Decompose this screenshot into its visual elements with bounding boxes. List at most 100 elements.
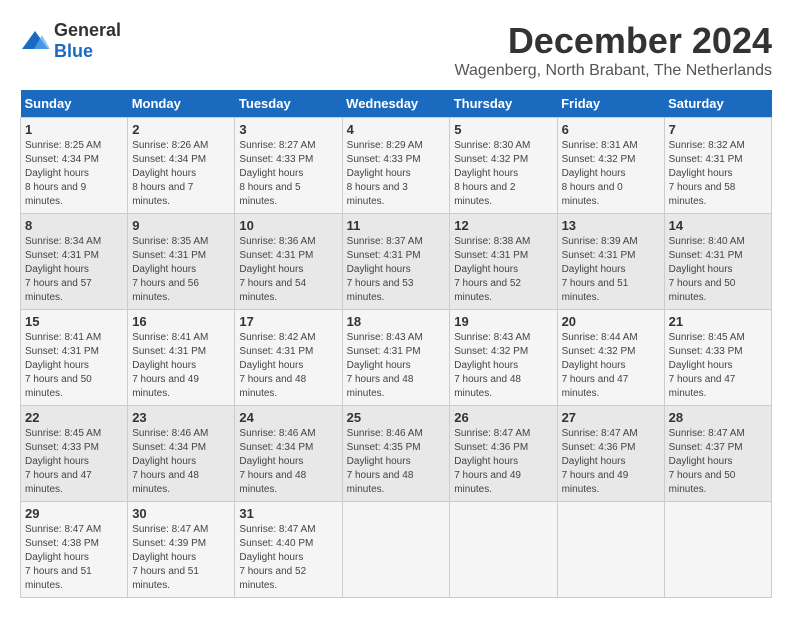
- day-number: 3: [239, 122, 337, 137]
- day-detail: Sunrise: 8:47 AMSunset: 4:36 PMDaylight …: [454, 428, 530, 495]
- day-number: 13: [562, 218, 660, 233]
- day-number: 28: [669, 410, 767, 425]
- header-saturday: Saturday: [664, 90, 771, 118]
- day-cell: 24 Sunrise: 8:46 AMSunset: 4:34 PMDaylig…: [235, 406, 342, 502]
- day-cell: 15 Sunrise: 8:41 AMSunset: 4:31 PMDaylig…: [21, 310, 128, 406]
- day-detail: Sunrise: 8:47 AMSunset: 4:37 PMDaylight …: [669, 428, 745, 495]
- header-thursday: Thursday: [450, 90, 557, 118]
- day-cell: [664, 502, 771, 598]
- day-detail: Sunrise: 8:41 AMSunset: 4:31 PMDaylight …: [25, 332, 101, 399]
- day-detail: Sunrise: 8:45 AMSunset: 4:33 PMDaylight …: [25, 428, 101, 495]
- day-number: 30: [132, 506, 230, 521]
- day-number: 10: [239, 218, 337, 233]
- day-cell: 1 Sunrise: 8:25 AMSunset: 4:34 PMDayligh…: [21, 118, 128, 214]
- day-cell: 27 Sunrise: 8:47 AMSunset: 4:36 PMDaylig…: [557, 406, 664, 502]
- day-detail: Sunrise: 8:31 AMSunset: 4:32 PMDaylight …: [562, 140, 638, 207]
- day-detail: Sunrise: 8:25 AMSunset: 4:34 PMDaylight …: [25, 140, 101, 207]
- day-number: 12: [454, 218, 552, 233]
- day-cell: [342, 502, 450, 598]
- logo-general: General: [54, 20, 121, 40]
- day-detail: Sunrise: 8:46 AMSunset: 4:35 PMDaylight …: [347, 428, 423, 495]
- day-number: 31: [239, 506, 337, 521]
- day-number: 23: [132, 410, 230, 425]
- day-cell: 13 Sunrise: 8:39 AMSunset: 4:31 PMDaylig…: [557, 214, 664, 310]
- day-number: 1: [25, 122, 123, 137]
- day-detail: Sunrise: 8:37 AMSunset: 4:31 PMDaylight …: [347, 236, 423, 303]
- day-number: 26: [454, 410, 552, 425]
- day-number: 2: [132, 122, 230, 137]
- day-detail: Sunrise: 8:36 AMSunset: 4:31 PMDaylight …: [239, 236, 315, 303]
- day-cell: 25 Sunrise: 8:46 AMSunset: 4:35 PMDaylig…: [342, 406, 450, 502]
- day-cell: [557, 502, 664, 598]
- day-detail: Sunrise: 8:38 AMSunset: 4:31 PMDaylight …: [454, 236, 530, 303]
- day-detail: Sunrise: 8:47 AMSunset: 4:40 PMDaylight …: [239, 524, 315, 591]
- day-number: 16: [132, 314, 230, 329]
- week-row-5: 29 Sunrise: 8:47 AMSunset: 4:38 PMDaylig…: [21, 502, 772, 598]
- day-number: 22: [25, 410, 123, 425]
- header-sunday: Sunday: [21, 90, 128, 118]
- day-detail: Sunrise: 8:46 AMSunset: 4:34 PMDaylight …: [132, 428, 208, 495]
- day-cell: 19 Sunrise: 8:43 AMSunset: 4:32 PMDaylig…: [450, 310, 557, 406]
- day-number: 19: [454, 314, 552, 329]
- day-number: 15: [25, 314, 123, 329]
- day-number: 27: [562, 410, 660, 425]
- day-cell: 31 Sunrise: 8:47 AMSunset: 4:40 PMDaylig…: [235, 502, 342, 598]
- day-cell: 16 Sunrise: 8:41 AMSunset: 4:31 PMDaylig…: [128, 310, 235, 406]
- day-detail: Sunrise: 8:29 AMSunset: 4:33 PMDaylight …: [347, 140, 423, 207]
- day-cell: 7 Sunrise: 8:32 AMSunset: 4:31 PMDayligh…: [664, 118, 771, 214]
- day-number: 9: [132, 218, 230, 233]
- calendar-table: Sunday Monday Tuesday Wednesday Thursday…: [20, 90, 772, 598]
- day-number: 6: [562, 122, 660, 137]
- day-detail: Sunrise: 8:35 AMSunset: 4:31 PMDaylight …: [132, 236, 208, 303]
- day-cell: 28 Sunrise: 8:47 AMSunset: 4:37 PMDaylig…: [664, 406, 771, 502]
- day-number: 7: [669, 122, 767, 137]
- logo-icon: [20, 29, 50, 53]
- day-detail: Sunrise: 8:32 AMSunset: 4:31 PMDaylight …: [669, 140, 745, 207]
- day-cell: 14 Sunrise: 8:40 AMSunset: 4:31 PMDaylig…: [664, 214, 771, 310]
- day-number: 25: [347, 410, 446, 425]
- day-cell: 21 Sunrise: 8:45 AMSunset: 4:33 PMDaylig…: [664, 310, 771, 406]
- day-detail: Sunrise: 8:27 AMSunset: 4:33 PMDaylight …: [239, 140, 315, 207]
- day-cell: 3 Sunrise: 8:27 AMSunset: 4:33 PMDayligh…: [235, 118, 342, 214]
- day-detail: Sunrise: 8:47 AMSunset: 4:36 PMDaylight …: [562, 428, 638, 495]
- day-cell: 5 Sunrise: 8:30 AMSunset: 4:32 PMDayligh…: [450, 118, 557, 214]
- day-number: 17: [239, 314, 337, 329]
- day-detail: Sunrise: 8:47 AMSunset: 4:38 PMDaylight …: [25, 524, 101, 591]
- month-title: December 2024: [454, 20, 772, 62]
- week-row-3: 15 Sunrise: 8:41 AMSunset: 4:31 PMDaylig…: [21, 310, 772, 406]
- header: General Blue December 2024 Wagenberg, No…: [20, 20, 772, 80]
- day-detail: Sunrise: 8:34 AMSunset: 4:31 PMDaylight …: [25, 236, 101, 303]
- day-cell: 9 Sunrise: 8:35 AMSunset: 4:31 PMDayligh…: [128, 214, 235, 310]
- day-cell: 8 Sunrise: 8:34 AMSunset: 4:31 PMDayligh…: [21, 214, 128, 310]
- day-detail: Sunrise: 8:39 AMSunset: 4:31 PMDaylight …: [562, 236, 638, 303]
- day-cell: 12 Sunrise: 8:38 AMSunset: 4:31 PMDaylig…: [450, 214, 557, 310]
- day-cell: 30 Sunrise: 8:47 AMSunset: 4:39 PMDaylig…: [128, 502, 235, 598]
- day-detail: Sunrise: 8:44 AMSunset: 4:32 PMDaylight …: [562, 332, 638, 399]
- day-number: 21: [669, 314, 767, 329]
- day-number: 5: [454, 122, 552, 137]
- day-number: 18: [347, 314, 446, 329]
- day-detail: Sunrise: 8:30 AMSunset: 4:32 PMDaylight …: [454, 140, 530, 207]
- day-detail: Sunrise: 8:40 AMSunset: 4:31 PMDaylight …: [669, 236, 745, 303]
- day-cell: 4 Sunrise: 8:29 AMSunset: 4:33 PMDayligh…: [342, 118, 450, 214]
- logo-blue: Blue: [54, 41, 93, 61]
- day-cell: 23 Sunrise: 8:46 AMSunset: 4:34 PMDaylig…: [128, 406, 235, 502]
- day-cell: 20 Sunrise: 8:44 AMSunset: 4:32 PMDaylig…: [557, 310, 664, 406]
- day-detail: Sunrise: 8:43 AMSunset: 4:31 PMDaylight …: [347, 332, 423, 399]
- day-detail: Sunrise: 8:43 AMSunset: 4:32 PMDaylight …: [454, 332, 530, 399]
- day-cell: 6 Sunrise: 8:31 AMSunset: 4:32 PMDayligh…: [557, 118, 664, 214]
- week-row-4: 22 Sunrise: 8:45 AMSunset: 4:33 PMDaylig…: [21, 406, 772, 502]
- header-friday: Friday: [557, 90, 664, 118]
- subtitle: Wagenberg, North Brabant, The Netherland…: [454, 62, 772, 80]
- week-row-1: 1 Sunrise: 8:25 AMSunset: 4:34 PMDayligh…: [21, 118, 772, 214]
- day-number: 8: [25, 218, 123, 233]
- title-area: December 2024 Wagenberg, North Brabant, …: [454, 20, 772, 80]
- day-cell: 10 Sunrise: 8:36 AMSunset: 4:31 PMDaylig…: [235, 214, 342, 310]
- day-cell: 29 Sunrise: 8:47 AMSunset: 4:38 PMDaylig…: [21, 502, 128, 598]
- header-tuesday: Tuesday: [235, 90, 342, 118]
- header-row: Sunday Monday Tuesday Wednesday Thursday…: [21, 90, 772, 118]
- day-cell: 2 Sunrise: 8:26 AMSunset: 4:34 PMDayligh…: [128, 118, 235, 214]
- day-detail: Sunrise: 8:26 AMSunset: 4:34 PMDaylight …: [132, 140, 208, 207]
- day-cell: [450, 502, 557, 598]
- header-monday: Monday: [128, 90, 235, 118]
